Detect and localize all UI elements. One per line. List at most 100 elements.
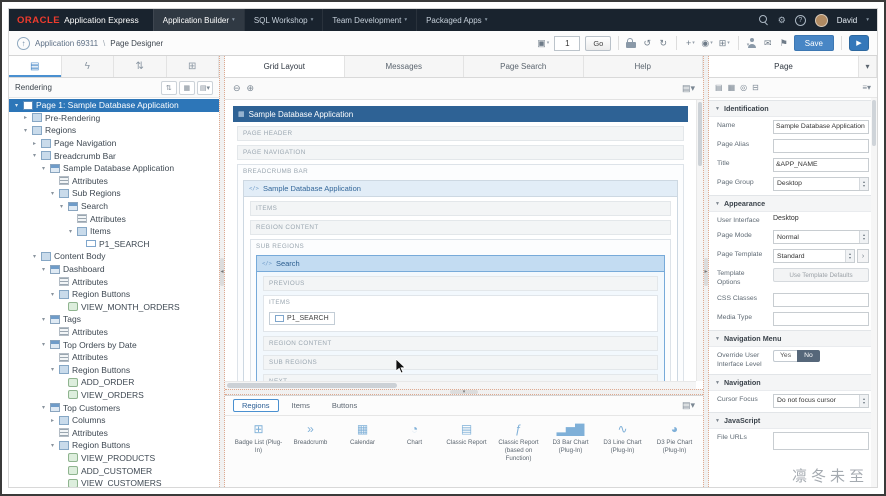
tree-item[interactable]: ▸ Columns xyxy=(9,414,219,427)
tree-item[interactable]: ▾ Page 1: Sample Database Application xyxy=(9,99,219,112)
tree-item[interactable]: P1_SEARCH xyxy=(9,238,219,251)
disclosure-icon[interactable]: ▾ xyxy=(49,366,56,373)
tab-shared-components[interactable]: ⊞ xyxy=(167,56,219,77)
tree-item[interactable]: ▾ Content Body xyxy=(9,250,219,263)
sort-order-icon[interactable]: ⇅ xyxy=(160,80,177,95)
tree-item[interactable]: Attributes xyxy=(9,351,219,364)
tree-item[interactable]: ▾ Regions xyxy=(9,124,219,137)
collapse-all-icon[interactable]: ⊟ xyxy=(752,83,759,92)
brand-logo[interactable]: ORACLE Application Express xyxy=(17,15,139,26)
tree-item[interactable]: ▾ Items xyxy=(9,225,219,238)
gallery-item-classic-report-function[interactable]: ƒ Classic Report (based on Function) xyxy=(493,419,544,464)
field-title[interactable] xyxy=(773,157,869,172)
item-p1-search[interactable]: P1_SEARCH xyxy=(269,312,335,325)
scrollbar-thumb[interactable] xyxy=(872,100,876,146)
nav-application-builder[interactable]: Application Builder ▾ xyxy=(152,9,244,31)
tree-item[interactable]: ▾ Sample Database Application xyxy=(9,162,219,175)
tab-grid-layout[interactable]: Grid Layout xyxy=(225,56,345,77)
field-name[interactable] xyxy=(773,119,869,134)
disclosure-icon[interactable]: ▾ xyxy=(40,165,47,172)
slot-page-navigation[interactable]: PAGE NAVIGATION xyxy=(237,145,684,160)
gallery-item-calendar[interactable]: ▦ Calendar xyxy=(337,419,388,464)
tree-item[interactable]: Attributes xyxy=(9,426,219,439)
disclosure-icon[interactable]: ▾ xyxy=(58,203,65,210)
redo-icon[interactable]: ↻ xyxy=(658,38,668,49)
region-search[interactable]: </> Search PREVIOUS ITEMS P1_SEARCH REGI… xyxy=(256,255,665,381)
disclosure-icon[interactable]: ▸ xyxy=(31,140,38,147)
zoom-out-icon[interactable]: ⊖ xyxy=(233,83,241,94)
page-finder-icon[interactable]: ▣ ▾ xyxy=(537,38,549,49)
show-common-icon[interactable]: ▤ xyxy=(715,83,723,92)
tree-item[interactable]: Attributes xyxy=(9,175,219,188)
tree-item[interactable]: ▾ Sub Regions xyxy=(9,187,219,200)
property-group-javascript[interactable]: ▼ JavaScript xyxy=(709,412,877,430)
disclosure-icon[interactable]: ▾ xyxy=(40,341,47,348)
canvas-menu-icon[interactable]: ▤▾ xyxy=(682,83,695,94)
application-home-icon[interactable]: ↑ xyxy=(17,36,30,50)
tree-item[interactable]: ▾ Tags xyxy=(9,313,219,326)
developer-icon[interactable]: ▾ xyxy=(747,38,757,48)
region-header[interactable]: </> Sample Database Application xyxy=(244,181,677,197)
field-page-alias[interactable] xyxy=(773,138,869,153)
items-slot-box[interactable]: ITEMS P1_SEARCH xyxy=(263,295,658,332)
tab-page-search[interactable]: Page Search xyxy=(464,56,584,77)
tree-item[interactable]: VIEW_MONTH_ORDERS xyxy=(9,301,219,314)
tree-item[interactable]: Attributes xyxy=(9,326,219,339)
splitter-handle-icon[interactable]: ▸ xyxy=(704,257,708,286)
vertical-scrollbar[interactable] xyxy=(696,100,703,381)
quick-pick-icon[interactable]: › xyxy=(857,249,869,264)
tree-item[interactable]: ▾ Dashboard xyxy=(9,263,219,276)
gallery-item-breadcrumb[interactable]: » Breadcrumb xyxy=(285,419,336,464)
tree-item[interactable]: ADD_ORDER xyxy=(9,376,219,389)
disclosure-icon[interactable]: ▾ xyxy=(49,442,56,449)
breadcrumb-application[interactable]: Application 69311 xyxy=(35,39,98,48)
toggle-yes[interactable]: Yes xyxy=(773,349,798,362)
grid-layout-canvas[interactable]: ▦ Sample Database Application PAGE HEADE… xyxy=(225,100,696,381)
scrollbar-thumb[interactable] xyxy=(698,102,702,166)
nav-team-development[interactable]: Team Development ▾ xyxy=(322,9,416,31)
show-all-icon[interactable]: ▦ xyxy=(728,83,736,92)
slot-region-content[interactable]: REGION CONTENT xyxy=(250,220,671,235)
spinner-icon[interactable] xyxy=(845,250,854,263)
gallery-tab-items[interactable]: Items xyxy=(283,399,319,412)
admin-icon[interactable]: ⚙ xyxy=(778,15,786,26)
undo-icon[interactable]: ↺ xyxy=(642,38,652,49)
tree-item[interactable]: ▸ Page Navigation xyxy=(9,137,219,150)
disclosure-icon[interactable]: ▾ xyxy=(40,316,47,323)
comments-icon[interactable]: ✉ xyxy=(763,38,773,49)
scrollbar-thumb[interactable] xyxy=(227,383,397,388)
save-button[interactable]: Save xyxy=(793,35,834,51)
slot-items[interactable]: ITEMS xyxy=(250,201,671,216)
tree-item[interactable]: Attributes xyxy=(9,275,219,288)
utilities-icon[interactable]: ◉ ▾ xyxy=(701,38,712,49)
tab-rendering[interactable]: ▤ xyxy=(9,56,62,77)
nav-packaged-apps[interactable]: Packaged Apps ▾ xyxy=(416,9,496,31)
property-group-navigation[interactable]: ▼ Navigation xyxy=(709,374,877,392)
property-scrollbar[interactable] xyxy=(871,98,877,487)
slot-previous[interactable]: PREVIOUS xyxy=(263,276,658,291)
tree-item[interactable]: ADD_CUSTOMER xyxy=(9,464,219,477)
disclosure-icon[interactable]: ▸ xyxy=(49,417,56,424)
region-sample-database-application[interactable]: </> Sample Database Application ITEMS RE… xyxy=(243,180,678,381)
disclosure-icon[interactable]: ▾ xyxy=(40,266,47,273)
view-mode-icon[interactable]: ▦ xyxy=(178,80,195,95)
disclosure-icon[interactable]: ▾ xyxy=(40,404,47,411)
gallery-splitter[interactable]: ▾ xyxy=(225,389,703,395)
disclosure-icon[interactable]: ▾ xyxy=(22,127,29,134)
avatar[interactable] xyxy=(814,13,828,27)
field-file-urls[interactable] xyxy=(773,431,869,450)
tree-item[interactable]: ▾ Top Orders by Date xyxy=(9,338,219,351)
tab-messages[interactable]: Messages xyxy=(345,56,464,77)
gallery-tab-regions[interactable]: Regions xyxy=(233,399,279,412)
rendering-tree[interactable]: ▾ Page 1: Sample Database Application ▸ Pre… xyxy=(9,98,219,487)
property-group-appearance[interactable]: ▼ Appearance xyxy=(709,195,877,212)
gallery-item-chart[interactable]: ◔ Chart xyxy=(389,419,440,464)
splitter-handle-icon[interactable]: ◂ xyxy=(220,257,224,286)
gallery-item-d3-bar-chart[interactable]: ▂▅▇ D3 Bar Chart (Plug-In) xyxy=(545,419,596,464)
disclosure-icon[interactable]: ▾ xyxy=(31,152,38,159)
gallery-tab-buttons[interactable]: Buttons xyxy=(323,399,366,412)
slot-region-content[interactable]: REGION CONTENT xyxy=(263,336,658,351)
field-page-template[interactable]: Standard xyxy=(773,249,855,264)
disclosure-icon[interactable]: ▾ xyxy=(31,253,38,260)
tree-item[interactable]: Attributes xyxy=(9,212,219,225)
